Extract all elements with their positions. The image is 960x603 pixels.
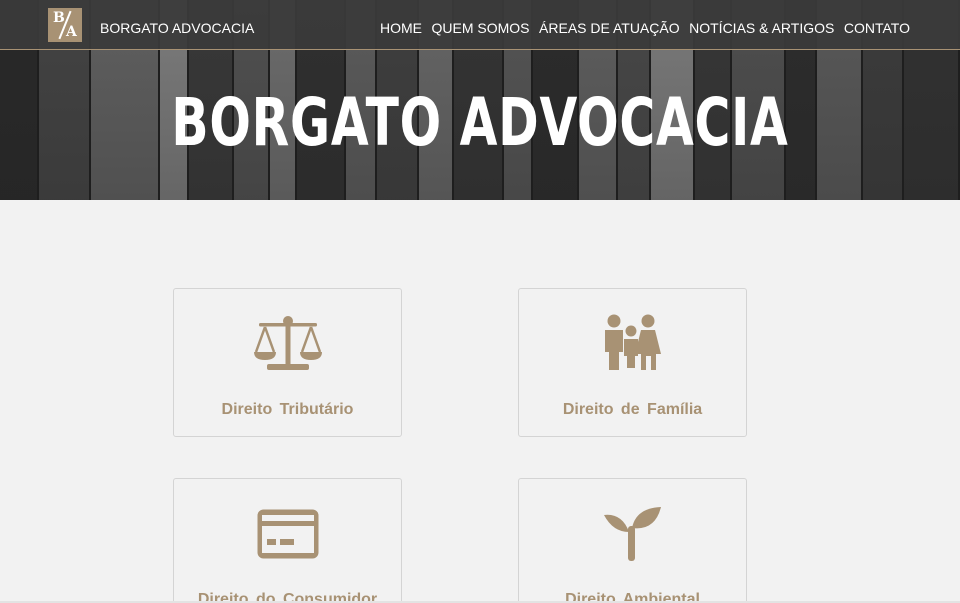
nav-item-quem-somos[interactable]: QUEM SOMOS	[432, 18, 530, 38]
hero-title: BORGATO ADVOCACIA	[171, 84, 789, 161]
nav-item-contato[interactable]: CONTATO	[844, 18, 910, 38]
practice-card-label: Direito de Família	[562, 401, 703, 418]
top-navbar: B A BORGATO ADVOCACIA HOME QUEM SOMOS ÁR…	[0, 0, 960, 50]
nav-item-home[interactable]: HOME	[380, 18, 422, 38]
logo-letter-a: A	[66, 24, 77, 40]
nav-item-noticias-artigos[interactable]: NOTÍCIAS & ARTIGOS	[689, 18, 834, 38]
practice-card-consumidor[interactable]: Direito do Consumidor	[173, 478, 402, 603]
family-icon	[519, 311, 746, 377]
sprout-icon	[519, 501, 746, 567]
page: BORGATO ADVOCACIA B A BORGATO ADVOCACIA …	[0, 0, 960, 603]
nav-item-areas-de-atuacao[interactable]: ÁREAS DE ATUAÇÃO	[539, 18, 680, 38]
main-menu: HOME QUEM SOMOS ÁREAS DE ATUAÇÃO NOTÍCIA…	[380, 18, 910, 38]
credit-card-icon	[174, 501, 401, 567]
practice-card-label: Direito Tributário	[221, 401, 354, 418]
practice-card-familia[interactable]: Direito de Família	[518, 288, 747, 437]
practice-card-tributario[interactable]: Direito Tributário	[173, 288, 402, 437]
practice-card-ambiental[interactable]: Direito Ambiental	[518, 478, 747, 603]
logo-letter-b: B	[53, 10, 65, 26]
scales-icon	[174, 311, 401, 377]
brand-name[interactable]: BORGATO ADVOCACIA	[100, 18, 254, 38]
site-logo[interactable]: B A	[48, 8, 82, 42]
